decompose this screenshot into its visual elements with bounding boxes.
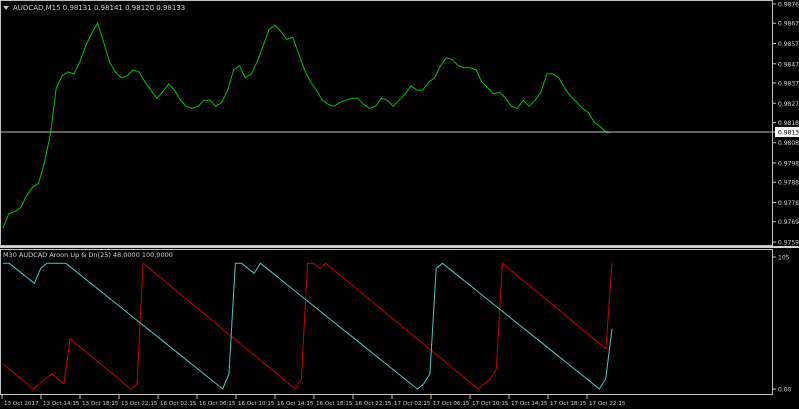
price-tick-label: 0.98570: [778, 41, 799, 48]
time-tick-label: 16 Oct 10:15: [238, 401, 275, 407]
current-price-label: 0.98133: [778, 130, 799, 137]
time-tick-label: 16 Oct 18:15: [316, 401, 353, 407]
time-tick-label: 17 Oct 10:15: [472, 401, 509, 407]
price-tick-label: 0.98080: [778, 140, 799, 147]
price-panel-header: AUDCAD,M15 0.98131 0.98141 0.98120 0.981…: [13, 4, 185, 12]
price-tick-label: 0.98375: [778, 80, 799, 87]
aroon-tick-label: 105: [778, 255, 790, 262]
price-tick-label: 0.97885: [778, 180, 799, 187]
time-tick-label: 13 Oct 18:15: [82, 401, 119, 407]
price-tick-label: 0.97590: [778, 240, 799, 247]
time-tick-label: 16 Oct 06:15: [199, 401, 236, 407]
panel-separator[interactable]: [0, 246, 799, 248]
price-tick-label: 0.98275: [778, 101, 799, 108]
time-tick-label: 17 Oct 18:15: [550, 401, 587, 407]
time-tick-label: 16 Oct 02:15: [160, 401, 197, 407]
time-tick-label: 13 Oct 2017: [4, 401, 39, 407]
time-tick-label: 16 Oct 22:15: [355, 401, 392, 407]
time-tick-label: 17 Oct 06:15: [433, 401, 470, 407]
aroon-tick-label: 0.00: [778, 387, 792, 394]
aroon-panel-header: M30 AUDCAD Aroon Up & Dn(25) 48.0000 100…: [3, 251, 173, 259]
price-tick-label: 0.98765: [778, 2, 799, 9]
price-tick-label: 0.97980: [778, 161, 799, 168]
trading-chart[interactable]: AUDCAD,M15 0.98131 0.98141 0.98120 0.981…: [0, 0, 799, 409]
time-tick-label: 13 Oct 14:15: [43, 401, 80, 407]
time-tick-label: 16 Oct 14:15: [277, 401, 314, 407]
time-tick-label: 17 Oct 02:15: [394, 401, 431, 407]
price-tick-label: 0.97690: [778, 219, 799, 226]
price-tick-label: 0.98670: [778, 21, 799, 28]
time-tick-label: 17 Oct 14:15: [511, 401, 548, 407]
price-tick-label: 0.97785: [778, 200, 799, 207]
time-tick-label: 17 Oct 22:15: [589, 401, 626, 407]
price-tick-label: 0.98470: [778, 61, 799, 68]
time-tick-label: 13 Oct 22:15: [121, 401, 158, 407]
price-tick-label: 0.98180: [778, 120, 799, 127]
